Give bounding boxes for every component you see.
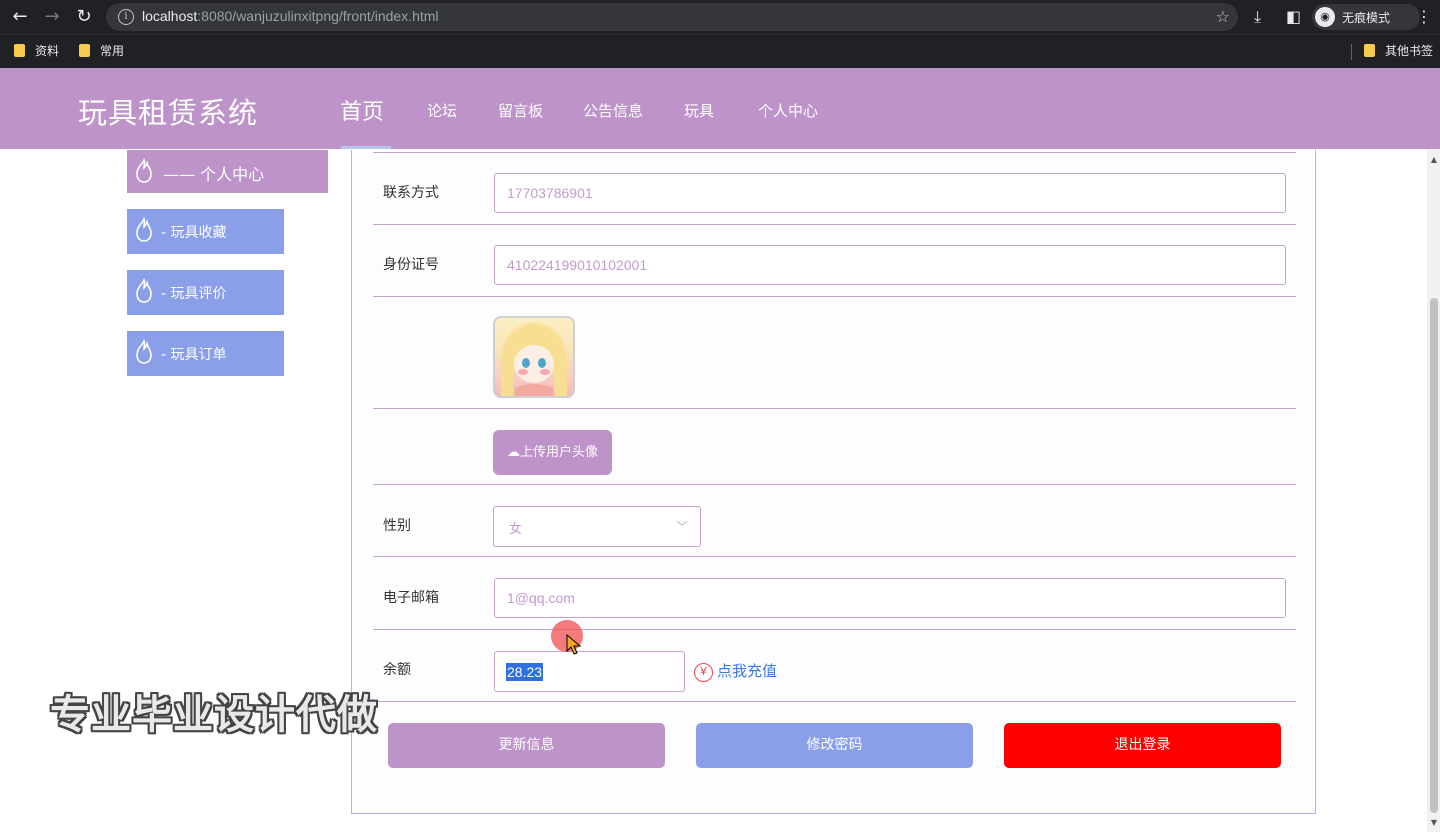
sidebar-item-favorites[interactable]: - 玩具收藏 [127, 209, 284, 254]
nav-forum[interactable]: 论坛 [427, 100, 457, 121]
bookmark-star-icon[interactable]: ☆ [1216, 7, 1230, 26]
site-info-icon[interactable]: i [118, 9, 134, 25]
browser-toolbar: ← → ↻ i localhost:8080/wanjuzulinxitpng/… [0, 0, 1440, 34]
sidebar-item-label: - 玩具订单 [161, 347, 227, 363]
watermark-text: 专业毕业设计代做 [50, 692, 378, 738]
gender-selected-value: 女 [509, 522, 523, 537]
row-divider [373, 296, 1296, 297]
gender-label: 性别 [383, 518, 411, 534]
sidebar-item-reviews[interactable]: - 玩具评价 [127, 270, 284, 315]
sidebar-header-label: —— 个人中心 [163, 165, 265, 184]
gender-select[interactable]: 女 ﹀ [493, 506, 701, 547]
flame-icon [136, 217, 152, 242]
folder-icon [1364, 44, 1375, 57]
flame-icon [136, 278, 152, 303]
sidebar-item-label: - 玩具评价 [161, 286, 227, 302]
bookmark-folder-ziliao[interactable]: 资料 [14, 42, 59, 59]
row-divider [373, 629, 1296, 630]
folder-icon [79, 44, 90, 57]
upload-avatar-button[interactable]: ☁上传用户头像 [493, 430, 612, 475]
back-icon[interactable]: ← [8, 5, 32, 29]
flame-icon [136, 158, 152, 183]
row-divider [373, 224, 1296, 225]
avatar-image [501, 322, 567, 396]
id-number-input[interactable]: 410224199010102001 [494, 245, 1286, 285]
scroll-up-arrow-icon[interactable]: ▲ [1429, 155, 1439, 164]
yen-circle-icon: ¥ [694, 663, 713, 682]
bookmark-folder-changyong[interactable]: 常用 [79, 42, 124, 59]
id-number-label: 身份证号 [383, 257, 439, 273]
recharge-label: 点我充值 [717, 662, 778, 680]
download-icon[interactable]: ⤓ [1254, 5, 1261, 29]
row-divider [373, 701, 1296, 702]
user-avatar [493, 316, 575, 398]
bookmarks-divider [1351, 44, 1352, 60]
address-bar[interactable]: i localhost:8080/wanjuzulinxitpng/front/… [106, 3, 1238, 31]
site-title: 玩具租赁系统 [78, 96, 259, 130]
menu-kebab-icon[interactable]: ⋮ [1416, 5, 1432, 29]
change-password-button[interactable]: 修改密码 [696, 723, 973, 768]
site-header: 玩具租赁系统 首页 论坛 留言板 公告信息 玩具 个人中心 [0, 68, 1440, 149]
update-info-button[interactable]: 更新信息 [388, 723, 665, 768]
row-divider [373, 484, 1296, 485]
row-divider [373, 556, 1296, 557]
email-input[interactable]: 1@qq.com [494, 578, 1286, 618]
nav-home[interactable]: 首页 [340, 94, 384, 126]
reload-icon[interactable]: ↻ [72, 5, 96, 29]
nav-messages[interactable]: 留言板 [498, 100, 543, 121]
recharge-link[interactable]: ¥ 点我充值 [694, 660, 777, 682]
sidepanel-icon[interactable]: ◧ [1286, 5, 1301, 29]
profile-form-card: 联系方式 17703786901 身份证号 410224199010102001… [351, 150, 1316, 814]
sidebar-item-label: - 玩具收藏 [161, 225, 227, 241]
forward-icon[interactable]: → [40, 5, 64, 29]
email-label: 电子邮箱 [383, 590, 439, 606]
incognito-label: 无痕模式 [1342, 11, 1391, 25]
bookmarks-bar: 资料 常用 其他书签 [0, 34, 1440, 68]
row-divider [373, 408, 1296, 409]
incognito-icon: ◉ [1315, 7, 1335, 27]
balance-input[interactable]: 28.23 [494, 651, 685, 692]
balance-label: 余额 [383, 662, 411, 678]
scroll-down-arrow-icon[interactable]: ▼ [1429, 818, 1439, 827]
chevron-down-icon: ﹀ [675, 520, 688, 534]
balance-value-selected: 28.23 [506, 663, 544, 681]
logout-button[interactable]: 退出登录 [1004, 723, 1281, 768]
scrollbar-thumb[interactable] [1430, 298, 1438, 813]
incognito-indicator[interactable]: ◉ 无痕模式 [1312, 4, 1420, 30]
nav-profile[interactable]: 个人中心 [758, 100, 818, 121]
sidebar-item-orders[interactable]: - 玩具订单 [127, 331, 284, 376]
nav-toys[interactable]: 玩具 [684, 100, 714, 121]
phone-label: 联系方式 [383, 185, 439, 201]
url-text[interactable]: localhost:8080/wanjuzulinxitpng/front/in… [142, 8, 439, 24]
sidebar-header-profile[interactable]: —— 个人中心 [127, 150, 328, 193]
mouse-cursor-icon [566, 634, 582, 655]
flame-icon [136, 339, 152, 364]
bookmark-folder-other[interactable]: 其他书签 [1364, 42, 1433, 59]
cloud-upload-icon: ☁ [506, 445, 520, 460]
nav-active-underline [341, 146, 391, 149]
nav-announcements[interactable]: 公告信息 [583, 100, 643, 121]
phone-input[interactable]: 17703786901 [494, 173, 1286, 213]
row-divider [373, 152, 1296, 153]
folder-icon [14, 44, 25, 57]
